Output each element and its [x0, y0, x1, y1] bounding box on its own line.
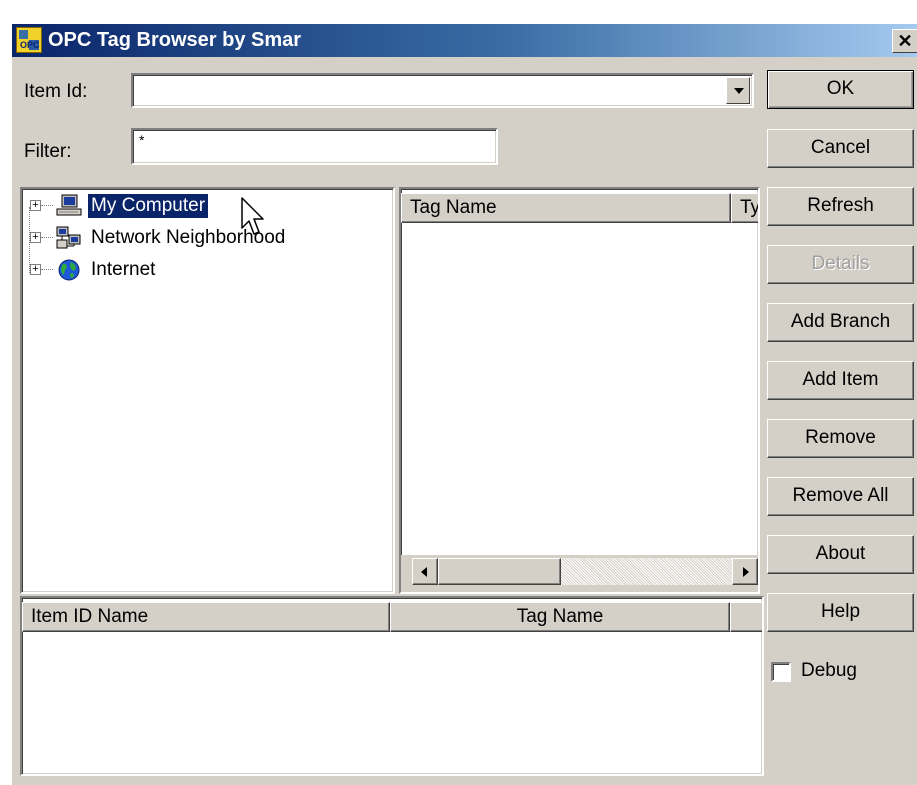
item-id-combobox[interactable]: [131, 73, 754, 108]
item-id-label: Item Id:: [24, 81, 88, 102]
scroll-right-icon[interactable]: [732, 558, 758, 585]
mouse-cursor-icon: [241, 197, 264, 235]
remove-all-button[interactable]: Remove All: [767, 477, 914, 516]
debug-checkbox[interactable]: [771, 662, 791, 682]
refresh-button[interactable]: Refresh: [767, 187, 914, 226]
tag-list-view[interactable]: Tag Name Ty: [399, 187, 760, 594]
title-bar[interactable]: OPC OPC Tag Browser by Smar ✕: [12, 24, 917, 57]
close-icon: ✕: [897, 31, 913, 51]
column-header-item-id-name[interactable]: Item ID Name: [22, 602, 390, 632]
expand-icon[interactable]: +: [30, 264, 41, 275]
debug-label[interactable]: Debug: [801, 660, 857, 682]
column-header-tag-name[interactable]: Tag Name: [390, 602, 730, 632]
item-list-view[interactable]: Item ID Name Tag Name: [20, 596, 764, 776]
tree-item-label: My Computer: [88, 194, 209, 218]
ok-button[interactable]: OK: [767, 70, 914, 109]
window-title: OPC Tag Browser by Smar: [48, 29, 302, 51]
add-item-button[interactable]: Add Item: [767, 361, 914, 400]
details-button[interactable]: Details: [767, 245, 914, 284]
filter-value: *: [139, 132, 145, 148]
network-icon: [56, 226, 81, 249]
remove-button[interactable]: Remove: [767, 419, 914, 458]
column-header-extra[interactable]: [730, 602, 762, 632]
close-button[interactable]: ✕: [892, 29, 917, 53]
column-header-type[interactable]: Ty: [731, 193, 758, 223]
chevron-down-icon[interactable]: [726, 77, 750, 104]
scrollbar-track[interactable]: [561, 558, 732, 585]
help-button[interactable]: Help: [767, 593, 914, 632]
horizontal-scrollbar[interactable]: [401, 555, 758, 592]
computer-icon: [56, 194, 82, 216]
scrollbar-thumb[interactable]: [438, 558, 561, 585]
filter-label: Filter:: [24, 141, 72, 162]
tree-item-label: Internet: [91, 259, 156, 280]
globe-icon: [58, 259, 80, 281]
scroll-left-icon[interactable]: [412, 558, 438, 585]
add-branch-button[interactable]: Add Branch: [767, 303, 914, 342]
expand-icon[interactable]: +: [30, 232, 41, 243]
expand-icon[interactable]: +: [30, 200, 41, 211]
filter-input[interactable]: *: [131, 128, 498, 165]
column-header-tag-name[interactable]: Tag Name: [401, 193, 731, 223]
tree-view[interactable]: + My Computer + Network Neighborhood + I…: [20, 187, 395, 594]
opc-app-icon: OPC: [16, 27, 42, 53]
cancel-button[interactable]: Cancel: [767, 129, 914, 168]
about-button[interactable]: About: [767, 535, 914, 574]
